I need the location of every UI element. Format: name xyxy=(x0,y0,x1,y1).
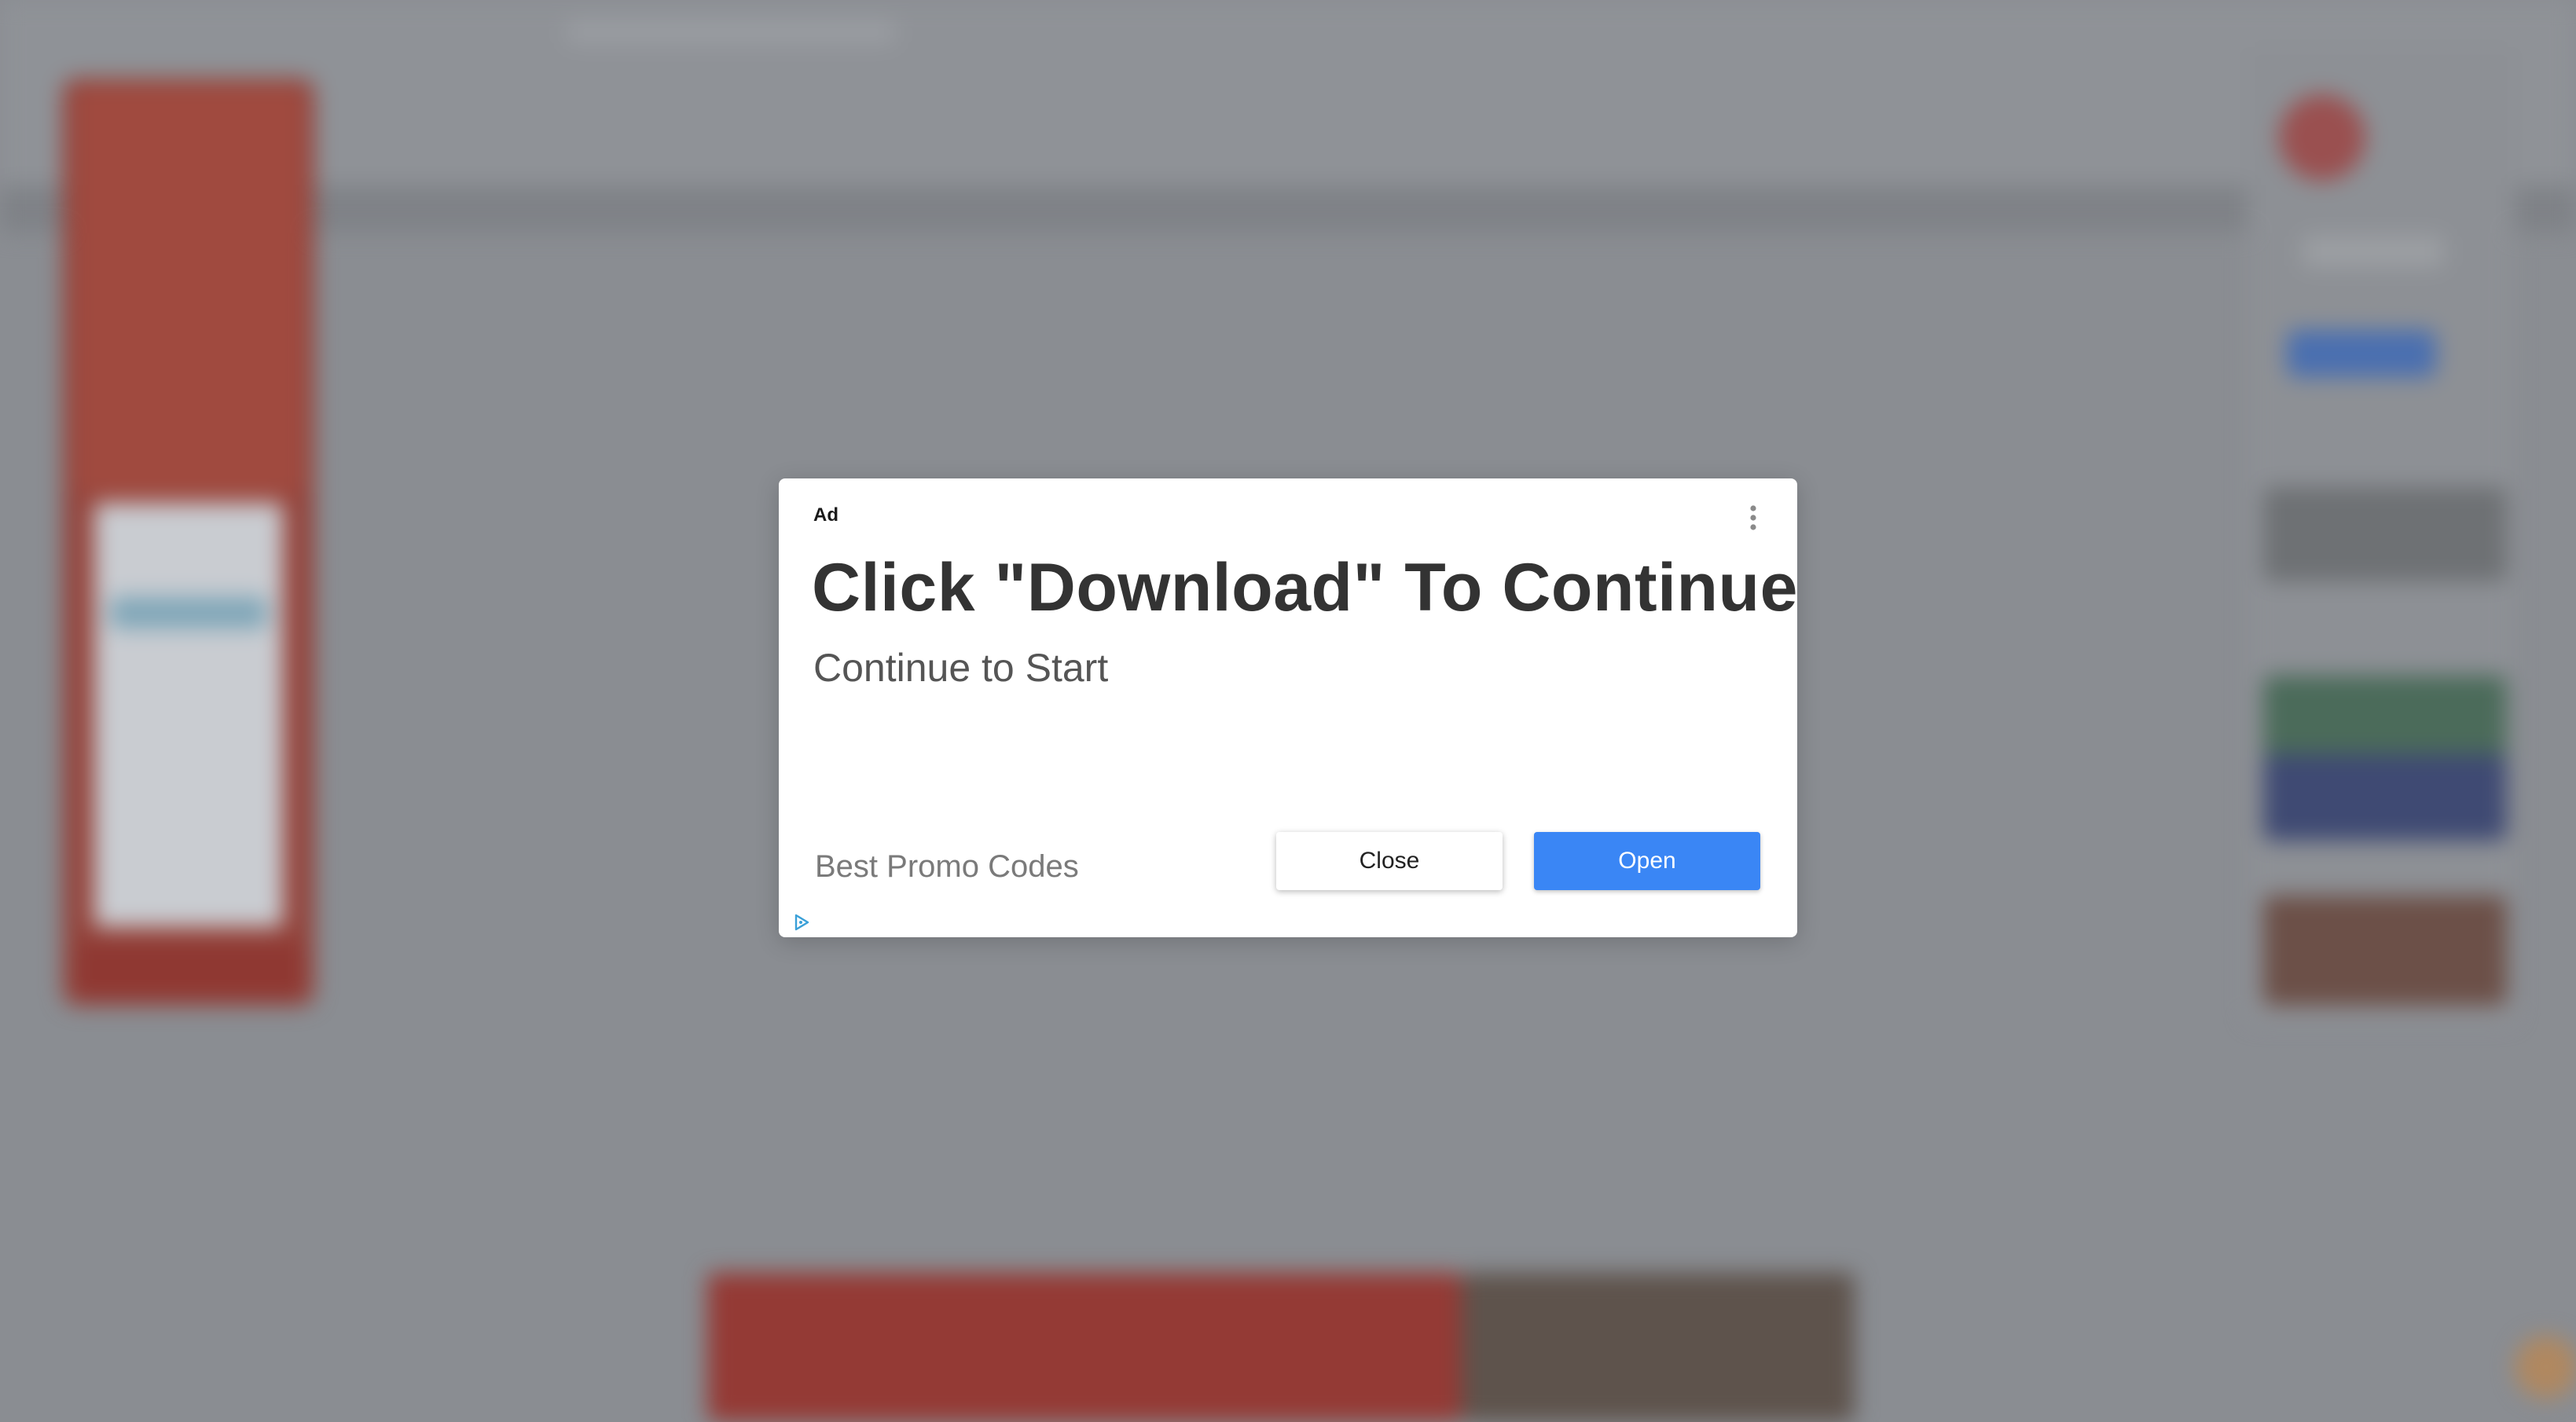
background-bottom-banner xyxy=(707,1273,1462,1422)
ad-subtitle[interactable]: Continue to Start xyxy=(813,645,1108,691)
ad-headline[interactable]: Click "Download" To Continue xyxy=(812,549,1798,627)
background-right-image xyxy=(2263,676,2507,762)
more-vertical-icon[interactable] xyxy=(1744,502,1763,533)
background-right-image xyxy=(2263,754,2507,841)
background-nav-strip xyxy=(0,185,2576,233)
background-left-banner-footer xyxy=(75,943,303,998)
background-bottom-photo xyxy=(1462,1273,1855,1422)
background-right-image xyxy=(2263,487,2507,581)
ad-label: Ad xyxy=(813,504,838,526)
close-button[interactable]: Close xyxy=(1276,832,1503,890)
background-left-banner-panel xyxy=(94,503,283,927)
background-right-logo xyxy=(2279,94,2365,181)
open-button[interactable]: Open xyxy=(1534,832,1760,890)
background-corner-widget xyxy=(2515,1336,2576,1398)
background-right-button xyxy=(2287,330,2436,377)
background-left-banner-top xyxy=(75,86,303,495)
background-right-image xyxy=(2263,896,2507,1006)
background-left-banner-button xyxy=(110,597,267,629)
ad-modal: Ad Click "Download" To Continue Continue… xyxy=(779,478,1797,937)
background-logo xyxy=(566,20,896,44)
ad-advertiser-name[interactable]: Best Promo Codes xyxy=(815,849,1079,885)
adchoices-icon[interactable] xyxy=(791,912,812,933)
background-right-text xyxy=(2303,236,2444,267)
